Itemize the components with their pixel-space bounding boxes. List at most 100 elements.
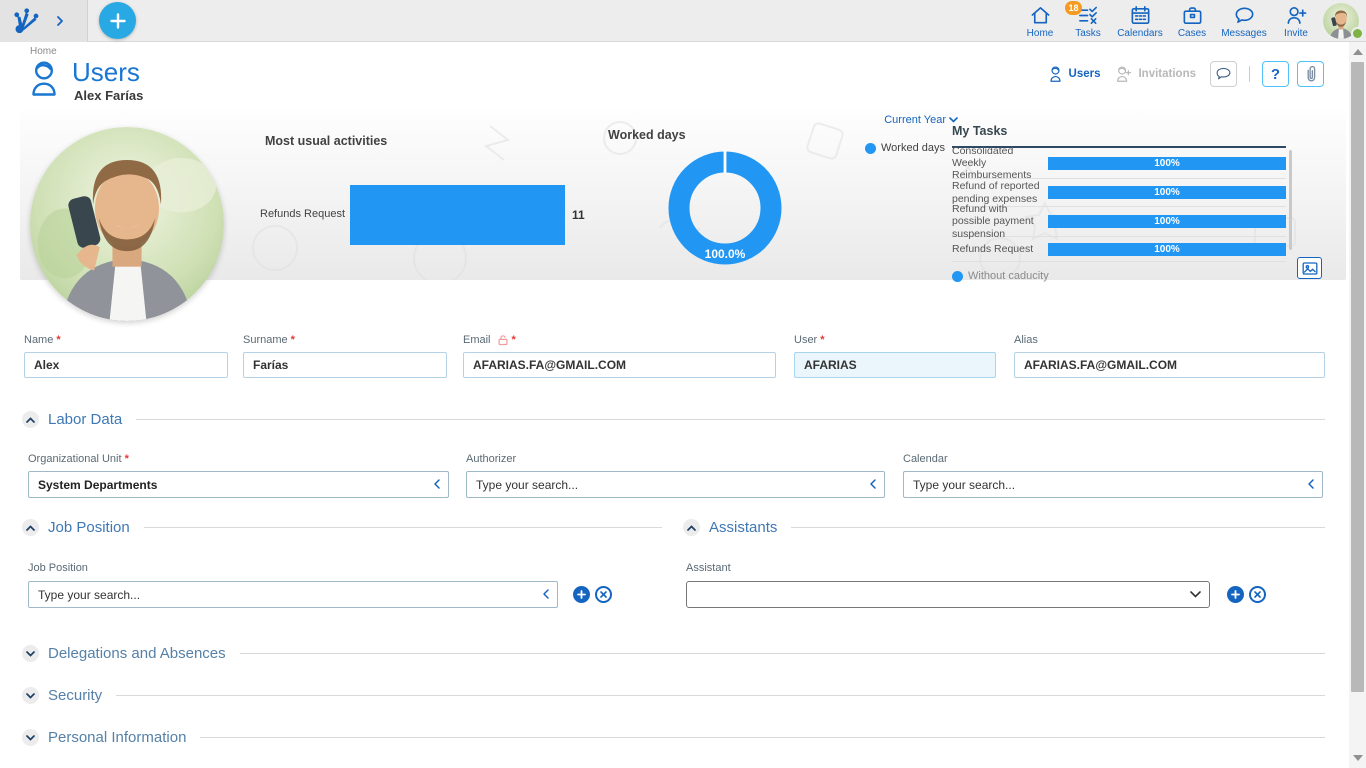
authorizer-field: [466, 471, 885, 498]
calendar-field: [903, 471, 1323, 498]
calendar-label: Calendar: [903, 453, 948, 465]
attachments-button[interactable]: [1297, 61, 1324, 87]
change-image-button[interactable]: [1297, 257, 1322, 279]
section-divider: [240, 653, 1325, 654]
section-divider: [144, 527, 662, 528]
task-row[interactable]: Consolidated Weekly Reimbursements 100%: [952, 148, 1286, 179]
assistant-select[interactable]: [686, 581, 1210, 608]
help-button[interactable]: ?: [1262, 61, 1289, 87]
expand-icon[interactable]: [22, 645, 39, 662]
email-field[interactable]: [463, 352, 776, 378]
email-label-text: Email: [463, 334, 491, 346]
required-marker: *: [56, 334, 60, 346]
tab-users[interactable]: Users: [1047, 65, 1101, 83]
tab-users-label: Users: [1069, 68, 1101, 80]
task-row[interactable]: Refunds Request 100%: [952, 237, 1286, 262]
person-add-icon: [1285, 4, 1308, 27]
surname-field[interactable]: [243, 352, 447, 378]
calendar-input[interactable]: [903, 471, 1323, 498]
plus-icon: [1231, 590, 1240, 599]
user-field[interactable]: [794, 352, 996, 378]
task-row[interactable]: Refund with possible payment suspension …: [952, 207, 1286, 237]
expand-icon[interactable]: [22, 729, 39, 746]
my-tasks-list: Consolidated Weekly Reimbursements 100% …: [952, 148, 1286, 262]
authorizer-input[interactable]: [466, 471, 885, 498]
app-logo[interactable]: [0, 0, 88, 42]
comments-button[interactable]: [1210, 61, 1237, 87]
expand-icon[interactable]: [22, 687, 39, 704]
chevron-up-icon: [687, 525, 696, 531]
nav-tasks-label: Tasks: [1075, 28, 1101, 39]
top-bar: Home 18 Tasks Calendars: [0, 0, 1366, 42]
nav-calendars-label: Calendars: [1117, 28, 1163, 39]
job-position-add-button[interactable]: [573, 586, 590, 603]
collapse-icon[interactable]: [22, 411, 39, 428]
nav-invite[interactable]: Invite: [1272, 0, 1320, 42]
section-assistants[interactable]: Assistants: [683, 519, 1325, 536]
home-icon: [1029, 4, 1052, 27]
alias-field[interactable]: [1014, 352, 1325, 378]
nav-calendars[interactable]: Calendars: [1112, 0, 1168, 42]
page-scrollbar[interactable]: [1349, 42, 1366, 768]
user-label: User*: [794, 334, 825, 346]
briefcase-icon: [1181, 4, 1204, 27]
surname-label: Surname*: [243, 334, 295, 346]
collapse-icon[interactable]: [22, 519, 39, 536]
nav-cases-label: Cases: [1178, 28, 1206, 39]
collapse-icon[interactable]: [683, 519, 700, 536]
comment-icon: [1215, 67, 1232, 82]
section-title: Personal Information: [48, 729, 186, 746]
activities-bar-value: 11: [572, 208, 585, 222]
section-divider: [116, 695, 1325, 696]
section-divider: [791, 527, 1325, 528]
legend-dot-icon: [865, 143, 876, 154]
section-security[interactable]: Security: [22, 687, 1325, 704]
section-title: Delegations and Absences: [48, 645, 226, 662]
assistant-add-button[interactable]: [1227, 586, 1244, 603]
job-position-input[interactable]: [28, 581, 558, 608]
alias-label-text: Alias: [1014, 334, 1038, 346]
organizational-unit-field: [28, 471, 449, 498]
nav-tasks[interactable]: 18 Tasks: [1064, 0, 1112, 42]
assistant-label-text: Assistant: [686, 562, 731, 574]
assistant-clear-button[interactable]: [1249, 586, 1266, 603]
profile-photo[interactable]: [30, 127, 224, 321]
organizational-unit-input[interactable]: [28, 471, 449, 498]
section-title: Labor Data: [48, 411, 122, 428]
header-actions: Users Invitations ?: [1047, 60, 1324, 88]
job-position-clear-button[interactable]: [595, 586, 612, 603]
tab-invitations-label: Invitations: [1138, 68, 1196, 80]
chevron-up-icon: [26, 525, 35, 531]
period-selector[interactable]: Current Year: [840, 114, 958, 126]
nav-messages[interactable]: Messages: [1216, 0, 1272, 42]
add-new-button[interactable]: [99, 2, 136, 39]
worked-days-chart-title: Worked days: [608, 128, 686, 142]
nav-home[interactable]: Home: [1016, 0, 1064, 42]
section-personal-information[interactable]: Personal Information: [22, 729, 1325, 746]
users-page-icon: [26, 58, 62, 98]
donut-center-label: 100.0%: [705, 247, 746, 261]
scroll-down-arrow-icon[interactable]: [1353, 755, 1363, 761]
my-tasks-panel: My Tasks Consolidated Weekly Reimburseme…: [952, 124, 1306, 274]
chevron-down-icon: [26, 735, 35, 741]
breadcrumb[interactable]: Home: [30, 46, 57, 57]
tasks-scrollbar[interactable]: [1289, 150, 1292, 250]
activities-bar: [350, 185, 565, 245]
chevron-down-icon: [1190, 591, 1201, 598]
section-title: Assistants: [709, 519, 777, 536]
tab-invitations[interactable]: Invitations: [1114, 65, 1196, 83]
user-icon: [1047, 65, 1064, 83]
section-job-position[interactable]: Job Position: [22, 519, 662, 536]
name-field[interactable]: [24, 352, 228, 378]
section-delegations[interactable]: Delegations and Absences: [22, 645, 1325, 662]
scroll-up-arrow-icon[interactable]: [1353, 49, 1363, 55]
worked-days-legend: Worked days: [865, 142, 945, 154]
scrollbar-thumb[interactable]: [1351, 62, 1364, 692]
expand-menu-icon[interactable]: [56, 15, 64, 27]
caducity-legend: Without caducity: [952, 270, 1306, 282]
task-progress-bar: 100%: [1048, 157, 1286, 170]
section-labor-data[interactable]: Labor Data: [22, 411, 1325, 428]
paperclip-icon: [1303, 65, 1319, 83]
user-label-text: User: [794, 334, 817, 346]
nav-cases[interactable]: Cases: [1168, 0, 1216, 42]
